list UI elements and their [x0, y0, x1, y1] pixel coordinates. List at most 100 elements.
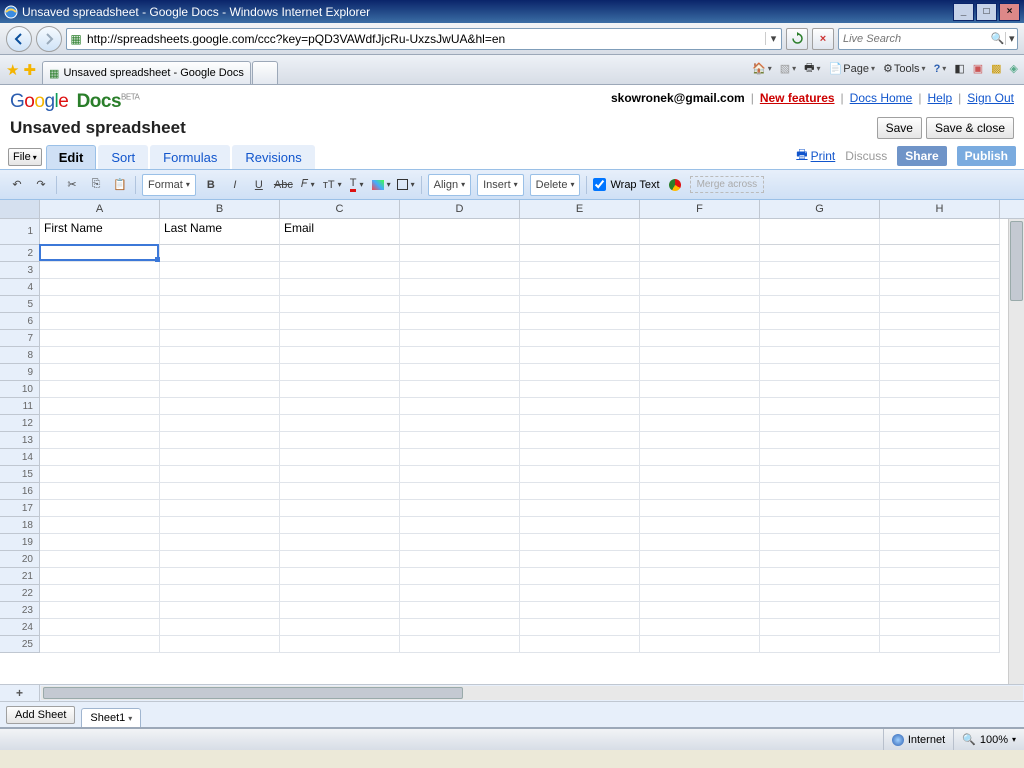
cell[interactable]	[280, 636, 400, 653]
column-header[interactable]: G	[760, 200, 880, 218]
row-header[interactable]: 13	[0, 432, 40, 449]
cell[interactable]	[640, 330, 760, 347]
cell[interactable]	[640, 483, 760, 500]
cell[interactable]	[760, 398, 880, 415]
cell[interactable]	[640, 398, 760, 415]
cell[interactable]	[760, 347, 880, 364]
sheet-tab-active[interactable]: Sheet1▾	[81, 708, 141, 727]
cell[interactable]	[280, 551, 400, 568]
cell[interactable]	[760, 279, 880, 296]
row-header[interactable]: 2	[0, 245, 40, 262]
add-sheet-button[interactable]: Add Sheet	[6, 706, 75, 724]
cell[interactable]	[640, 347, 760, 364]
docs-home-link[interactable]: Docs Home	[850, 91, 913, 105]
cell[interactable]	[880, 364, 1000, 381]
share-tab[interactable]: Share	[897, 146, 946, 166]
cell[interactable]	[520, 619, 640, 636]
cell[interactable]	[400, 330, 520, 347]
cell[interactable]	[160, 245, 280, 262]
publish-tab[interactable]: Publish	[957, 146, 1016, 166]
toolbar-ext2[interactable]: ▣	[973, 62, 983, 75]
cell[interactable]	[520, 262, 640, 279]
cell[interactable]	[520, 415, 640, 432]
strike-button[interactable]: Abc	[274, 174, 293, 196]
select-all-corner[interactable]	[0, 200, 40, 218]
cell[interactable]	[760, 534, 880, 551]
cell[interactable]	[880, 619, 1000, 636]
address-dropdown[interactable]: ▾	[765, 32, 781, 45]
cell[interactable]	[640, 636, 760, 653]
cell[interactable]	[880, 219, 1000, 245]
row-header[interactable]: 16	[0, 483, 40, 500]
cell[interactable]	[160, 568, 280, 585]
cell[interactable]	[40, 381, 160, 398]
cell[interactable]	[280, 364, 400, 381]
cell[interactable]	[280, 466, 400, 483]
horizontal-scrollbar[interactable]	[41, 686, 1023, 700]
cell[interactable]	[760, 364, 880, 381]
cell[interactable]	[160, 415, 280, 432]
cell[interactable]	[400, 381, 520, 398]
cell[interactable]	[880, 534, 1000, 551]
cell[interactable]	[280, 398, 400, 415]
file-menu[interactable]: File▾	[8, 148, 42, 166]
row-header[interactable]: 3	[0, 262, 40, 279]
add-favorite-icon[interactable]: ✚	[23, 61, 36, 79]
cell[interactable]	[40, 364, 160, 381]
cell[interactable]	[640, 296, 760, 313]
cell[interactable]	[880, 568, 1000, 585]
cell[interactable]	[160, 432, 280, 449]
cell[interactable]	[400, 279, 520, 296]
cell[interactable]	[520, 602, 640, 619]
cell[interactable]	[640, 262, 760, 279]
undo-button[interactable]: ↶	[8, 174, 26, 196]
row-header[interactable]: 12	[0, 415, 40, 432]
cell[interactable]	[880, 432, 1000, 449]
cell[interactable]	[760, 483, 880, 500]
cell[interactable]	[880, 381, 1000, 398]
cell[interactable]	[400, 483, 520, 500]
cell[interactable]	[160, 602, 280, 619]
cell[interactable]	[760, 432, 880, 449]
cell[interactable]	[760, 551, 880, 568]
cell[interactable]	[40, 296, 160, 313]
row-header[interactable]: 14	[0, 449, 40, 466]
cell[interactable]: First Name	[40, 219, 160, 245]
cell[interactable]	[40, 398, 160, 415]
row-header[interactable]: 5	[0, 296, 40, 313]
tab-edit[interactable]: Edit	[46, 145, 97, 169]
cell[interactable]	[40, 534, 160, 551]
cell[interactable]	[280, 483, 400, 500]
cell[interactable]	[160, 313, 280, 330]
cell[interactable]	[520, 585, 640, 602]
cell[interactable]	[400, 364, 520, 381]
cell[interactable]	[880, 313, 1000, 330]
cell[interactable]	[40, 500, 160, 517]
cell[interactable]	[400, 313, 520, 330]
cell[interactable]	[400, 568, 520, 585]
tab-sort[interactable]: Sort	[98, 145, 148, 169]
cell[interactable]	[640, 568, 760, 585]
cell[interactable]	[40, 551, 160, 568]
cell[interactable]	[880, 279, 1000, 296]
wrap-text-toggle[interactable]: Wrap Text	[593, 178, 659, 191]
row-header[interactable]: 20	[0, 551, 40, 568]
cell[interactable]	[400, 500, 520, 517]
cell[interactable]	[40, 483, 160, 500]
cell[interactable]	[40, 415, 160, 432]
cell[interactable]	[640, 602, 760, 619]
cell[interactable]	[760, 636, 880, 653]
row-header[interactable]: 7	[0, 330, 40, 347]
cell[interactable]	[520, 381, 640, 398]
cell[interactable]	[400, 219, 520, 245]
cell[interactable]	[760, 449, 880, 466]
cell[interactable]	[40, 279, 160, 296]
cell[interactable]	[760, 585, 880, 602]
font-family-button[interactable]: 𝐹▾	[299, 174, 317, 196]
address-input[interactable]	[85, 32, 765, 46]
cell[interactable]	[520, 483, 640, 500]
column-header[interactable]: C	[280, 200, 400, 218]
cell[interactable]	[520, 534, 640, 551]
cell[interactable]	[520, 551, 640, 568]
column-header[interactable]: D	[400, 200, 520, 218]
